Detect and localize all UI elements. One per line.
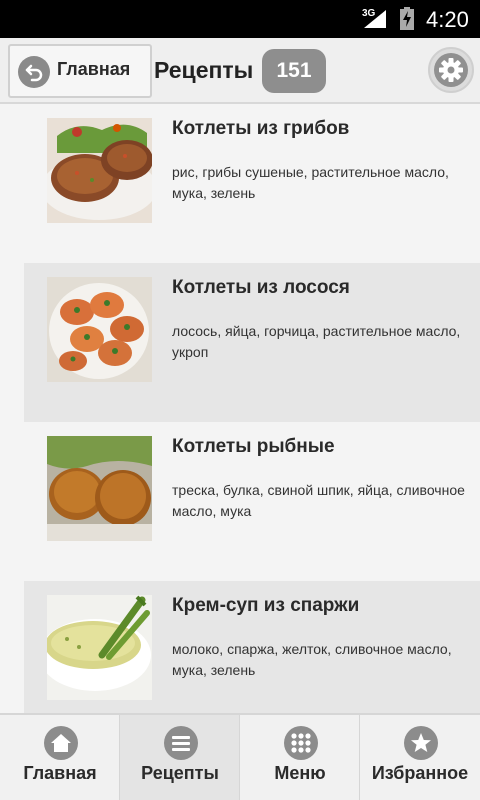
back-arrow-icon bbox=[18, 56, 50, 88]
recipe-title: Котлеты из лосося bbox=[172, 277, 350, 298]
signal-icon bbox=[364, 10, 386, 28]
grid-icon bbox=[284, 726, 318, 760]
recipe-item[interactable]: Котлеты из грибов рис, грибы сушеные, ра… bbox=[24, 104, 480, 263]
nav-label: Рецепты bbox=[141, 763, 219, 783]
recipe-thumbnail bbox=[47, 118, 152, 223]
status-bar: 3G 4:20 bbox=[0, 0, 480, 38]
recipe-thumbnail bbox=[47, 277, 152, 382]
recipe-ingredients: треска, булка, свиной шпик, яйца, сливоч… bbox=[172, 482, 465, 519]
recipe-item[interactable]: Котлеты рыбные треска, булка, свиной шпи… bbox=[24, 422, 480, 581]
recipe-item[interactable]: Крем-суп из спаржи молоко, спаржа, желто… bbox=[24, 581, 480, 713]
app-header: Главная Рецепты 151 bbox=[0, 38, 480, 104]
clock: 4:20 bbox=[426, 7, 469, 32]
recipe-list[interactable]: Котлеты из грибов рис, грибы сушеные, ра… bbox=[0, 104, 480, 713]
nav-item-home[interactable]: Главная bbox=[0, 715, 120, 800]
recipe-ingredients: рис, грибы сушеные, растительное масло, … bbox=[172, 164, 449, 201]
nav-label: Избранное bbox=[371, 763, 469, 783]
recipe-thumbnail bbox=[47, 595, 152, 700]
nav-item-recipes[interactable]: Рецепты bbox=[120, 715, 240, 800]
recipe-title: Котлеты из грибов bbox=[172, 118, 350, 139]
recipe-item[interactable]: Котлеты из лосося лосось, яйца, горчица,… bbox=[24, 263, 480, 422]
recipe-ingredients: лосось, яйца, горчица, растительное масл… bbox=[172, 323, 461, 360]
recipe-ingredients: молоко, спаржа, желток, сливочное масло,… bbox=[172, 641, 452, 678]
star-icon bbox=[404, 726, 438, 760]
nav-label: Меню bbox=[274, 763, 326, 783]
recipe-count-badge: 151 bbox=[262, 49, 326, 93]
gear-icon bbox=[439, 58, 463, 82]
home-button-label: Главная bbox=[57, 59, 131, 79]
list-icon bbox=[164, 726, 198, 760]
home-button[interactable]: Главная bbox=[8, 44, 152, 98]
nav-item-menu[interactable]: Меню bbox=[240, 715, 360, 800]
bottom-navigation: Главная Рецепты Меню Избранное bbox=[0, 713, 480, 800]
battery-charging-icon bbox=[400, 7, 414, 30]
recipe-thumbnail bbox=[47, 436, 152, 541]
home-icon bbox=[44, 726, 78, 760]
settings-button[interactable] bbox=[428, 47, 474, 93]
nav-item-favorites[interactable]: Избранное bbox=[360, 715, 480, 800]
page-title: Рецепты bbox=[154, 57, 254, 83]
recipe-title: Крем-суп из спаржи bbox=[172, 595, 360, 616]
nav-label: Главная bbox=[23, 763, 97, 783]
recipe-title: Котлеты рыбные bbox=[172, 436, 335, 457]
